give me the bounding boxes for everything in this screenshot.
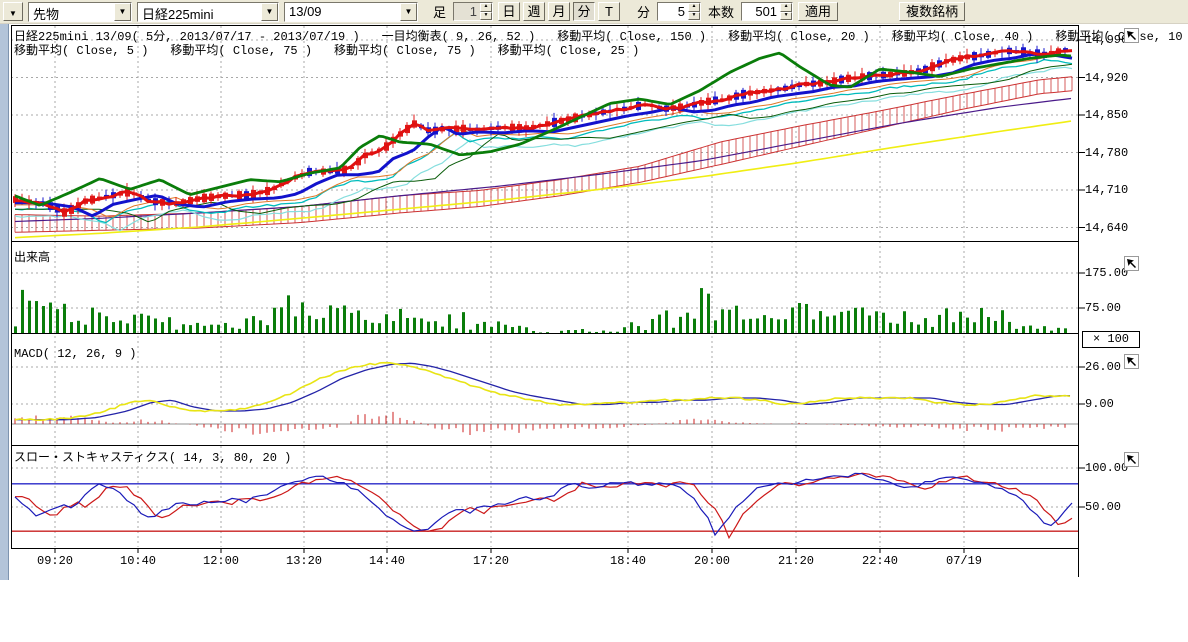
time-axis-label: 09:20 <box>37 554 73 568</box>
volume-pane[interactable] <box>14 288 1067 334</box>
indicator-label: 移動平均( Close, 25 ) <box>498 41 640 58</box>
macd-pane[interactable] <box>11 363 1078 435</box>
price-axis-label: 14,920 <box>1085 71 1128 85</box>
stoch-axis-label: 50.00 <box>1085 500 1121 514</box>
time-axis-label: 22:40 <box>862 554 898 568</box>
indicator-label: 移動平均( Close, 75 ) <box>334 41 476 58</box>
time-axis-label: 20:00 <box>694 554 730 568</box>
macd-pane-label: MACD( 12, 26, 9 ) <box>14 347 136 361</box>
time-axis-label: 10:40 <box>120 554 156 568</box>
volume-pane-label: 出来高 <box>14 248 50 265</box>
time-axis-label: 17:20 <box>473 554 509 568</box>
price-axis-label: 14,850 <box>1085 108 1128 122</box>
time-axis-label: 18:40 <box>610 554 646 568</box>
stoch-axis-label: 100.00 <box>1085 461 1128 475</box>
stochastics-pane[interactable] <box>11 473 1078 538</box>
indicator-label: 移動平均( Close, 20 ) <box>728 27 870 44</box>
volume-axis-label: 75.00 <box>1085 301 1121 315</box>
indicator-header-line2: 移動平均( Close, 5 ) 移動平均( Close, 75 ) 移動平均( C… <box>14 41 639 58</box>
price-axis-label: 14,640 <box>1085 221 1128 235</box>
indicator-label: 移動平均( Close, 75 ) <box>170 41 312 58</box>
time-axis-label: 13:20 <box>286 554 322 568</box>
price-axis-label: 14,990 <box>1085 33 1128 47</box>
pane-frame <box>11 25 1085 577</box>
macd-axis-label: 9.00 <box>1085 397 1114 411</box>
price-axis-label: 14,780 <box>1085 146 1128 160</box>
volume-multiplier-badge: × 100 <box>1082 331 1140 348</box>
nw-arrow-icon <box>1125 29 1138 42</box>
time-axis-label: 07/19 <box>946 554 982 568</box>
volume-pane-tool-button[interactable] <box>1124 256 1139 271</box>
time-axis-label: 21:20 <box>778 554 814 568</box>
chart-application-window: ▼ 先物 ▼ 日経225mini ▼ 13/09 ▼ 足 1 ▲▼ 日週月分T … <box>0 0 1188 642</box>
macd-axis-label: 26.00 <box>1085 360 1121 374</box>
price-pane-tool-button[interactable] <box>1124 28 1139 43</box>
price-pane[interactable] <box>13 44 1072 238</box>
price-axis-label: 14,710 <box>1085 183 1128 197</box>
macd-pane-tool-button[interactable] <box>1124 354 1139 369</box>
indicator-label: 移動平均( Close, 40 ) <box>892 27 1034 44</box>
nw-arrow-icon <box>1125 355 1138 368</box>
indicator-label: 移動平均( Close, 5 ) <box>14 41 148 58</box>
chart-canvas[interactable] <box>0 0 1188 642</box>
volume-axis-label: 175.00 <box>1085 266 1128 280</box>
stoch-pane-label: スロー・ストキャスティクス( 14, 3, 80, 20 ) <box>14 448 291 465</box>
time-axis-label: 12:00 <box>203 554 239 568</box>
time-axis-label: 14:40 <box>369 554 405 568</box>
nw-arrow-icon <box>1125 453 1138 466</box>
stoch-pane-tool-button[interactable] <box>1124 452 1139 467</box>
nw-arrow-icon <box>1125 257 1138 270</box>
